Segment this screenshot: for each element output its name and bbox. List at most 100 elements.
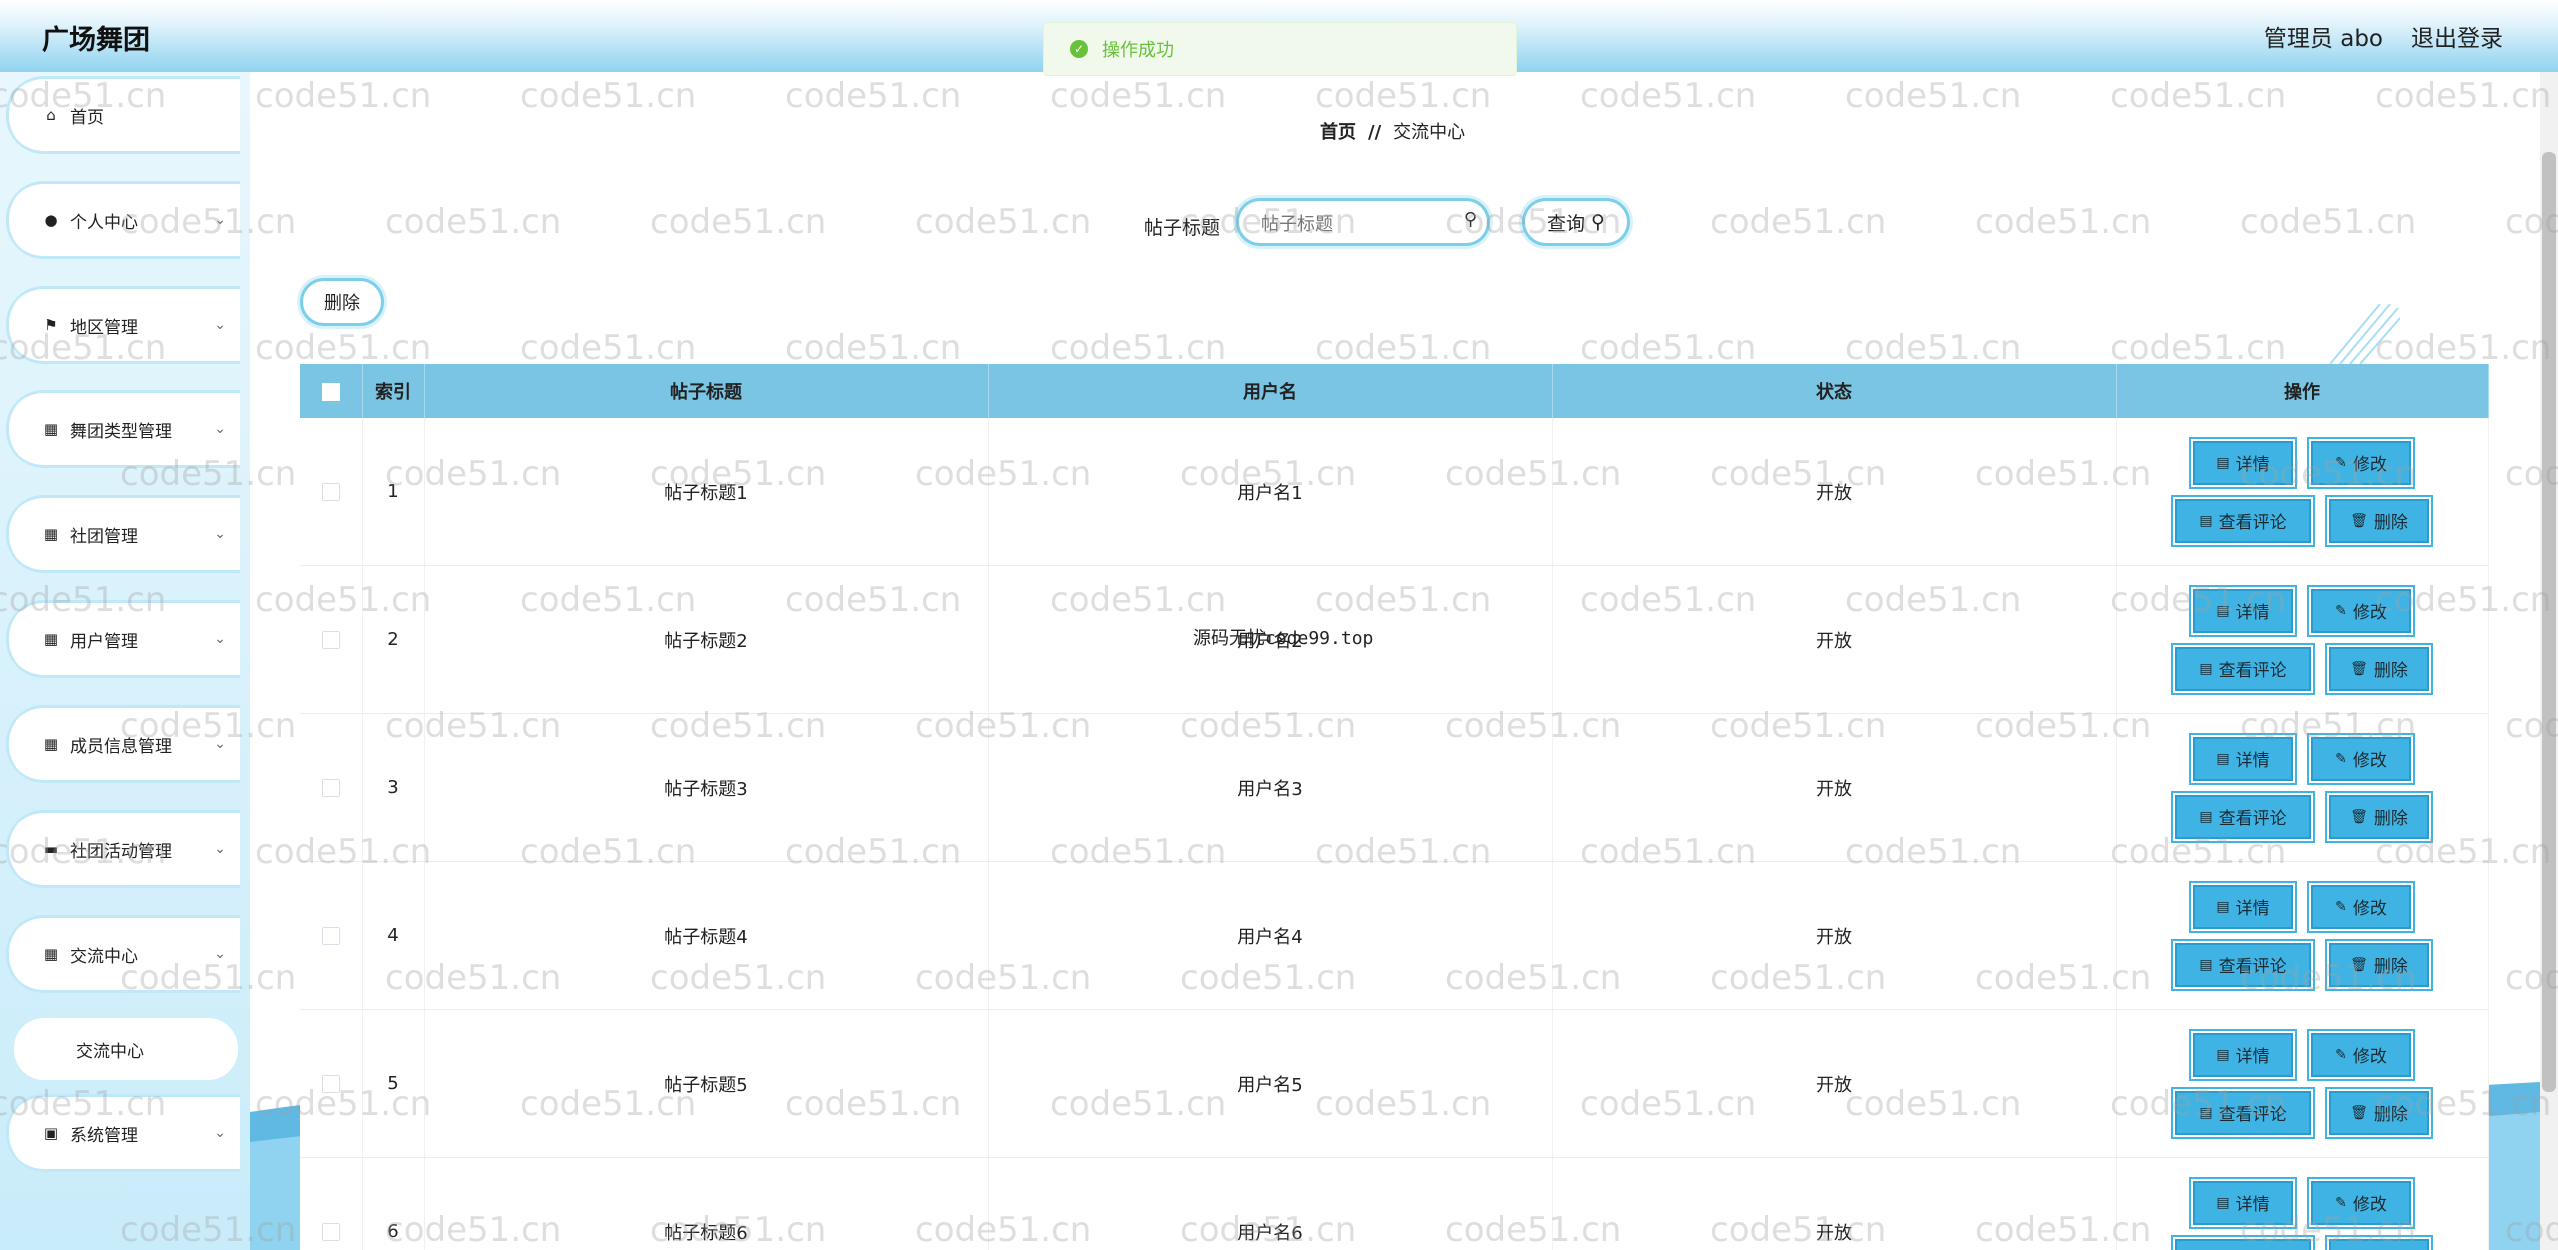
- view-comments-button[interactable]: ▤查看评论: [2175, 498, 2311, 543]
- chevron-down-icon: ⌄: [214, 736, 226, 752]
- sidebar-item[interactable]: ▬ 社团活动管理 ⌄: [6, 810, 240, 888]
- sidebar-item[interactable]: ⚑ 地区管理 ⌄: [6, 286, 240, 364]
- view-comments-button-label: 查看评论: [2218, 809, 2287, 829]
- sidebar-item[interactable]: ▦ 交流中心 ⌄: [6, 915, 240, 993]
- delete-button[interactable]: 🗑删除: [2329, 1238, 2429, 1250]
- edit-button[interactable]: ✎ 修改: [2311, 1032, 2411, 1077]
- grid-icon: ▦: [43, 420, 59, 438]
- row-checkbox[interactable]: [321, 1223, 340, 1241]
- row-select-cell[interactable]: [300, 713, 363, 862]
- search-label: 帖子标题: [1144, 217, 1221, 239]
- sidebar-item[interactable]: ▦ 舞团类型管理 ⌄: [6, 390, 240, 468]
- trash-icon: 🗑: [2350, 808, 2368, 825]
- select-all-checkbox[interactable]: [321, 382, 340, 401]
- document-icon: ▤: [2216, 1046, 2230, 1063]
- chevron-down-icon: ⌄: [214, 421, 226, 437]
- trash-icon: 🗑: [2350, 956, 2368, 973]
- logout-link[interactable]: 退出登录: [2411, 19, 2503, 53]
- row-checkbox[interactable]: [321, 927, 340, 945]
- bulk-delete-button[interactable]: 删除: [300, 278, 384, 326]
- post-table: 索引 帖子标题 用户名 状态 操作 1 帖子标题1 用户名1 开放 ▤ 详情 ✎ 修改 ▤ 查看评…: [300, 364, 2489, 1250]
- view-comments-button-label: 查看评论: [2218, 661, 2287, 681]
- detail-button[interactable]: ▤ 详情: [2193, 884, 2293, 929]
- edit-button[interactable]: ✎ 修改: [2311, 1180, 2411, 1225]
- scrollbar[interactable]: [2540, 72, 2558, 1250]
- sidebar-item-label: 地区管理: [70, 317, 138, 338]
- cell-index: 5: [362, 1009, 425, 1158]
- chevron-down-icon: ⌄: [214, 946, 226, 962]
- delete-button-label: 删除: [2373, 957, 2408, 977]
- delete-button[interactable]: 🗑 删除: [2329, 794, 2429, 839]
- app-title: 广场舞团: [42, 25, 150, 56]
- detail-button-label: 详情: [2235, 1047, 2270, 1067]
- row-select-cell[interactable]: [300, 861, 363, 1010]
- flag-icon: ⚑: [44, 316, 58, 334]
- document-icon: ▤: [2216, 454, 2230, 471]
- delete-button[interactable]: 🗑删除: [2329, 646, 2429, 691]
- query-button[interactable]: 查询 ⚲: [1522, 198, 1630, 246]
- edit-button-label: 修改: [2352, 455, 2387, 475]
- delete-button[interactable]: 🗑删除: [2329, 498, 2429, 543]
- sidebar-item[interactable]: ▣ 系统管理 ⌄: [6, 1094, 240, 1172]
- home-icon: ⌂: [46, 106, 56, 124]
- sidebar-item[interactable]: ● 个人中心 ⌄: [6, 181, 240, 259]
- detail-button[interactable]: ▤ 详情: [2193, 736, 2293, 781]
- detail-button[interactable]: ▤ 详情: [2193, 588, 2293, 633]
- view-comments-button-label: 查看评论: [2218, 957, 2287, 977]
- search-box[interactable]: ⚲: [1236, 198, 1490, 246]
- edit-button[interactable]: ✎ 修改: [2311, 440, 2411, 485]
- sidebar-item[interactable]: ▦ 社团管理 ⌄: [6, 495, 240, 573]
- cell-actions: ▤ 详情 ✎ 修改 ▤ 查看评论 🗑 删除: [2116, 1009, 2489, 1158]
- chevron-down-icon: ⌄: [214, 526, 226, 542]
- delete-button[interactable]: 🗑 删除: [2329, 942, 2429, 987]
- edit-button[interactable]: ✎ 修改: [2311, 884, 2411, 929]
- cell-username: 用户名1: [988, 418, 1553, 566]
- select-all-cell[interactable]: [300, 364, 363, 418]
- row-select-cell[interactable]: [300, 1157, 363, 1250]
- detail-button[interactable]: ▤ 详情: [2193, 440, 2293, 485]
- view-comments-button-label: 查看评论: [2218, 1105, 2287, 1125]
- sidebar-item[interactable]: ▦ 用户管理 ⌄: [6, 600, 240, 678]
- document-icon: ▤: [2216, 602, 2230, 619]
- edit-button[interactable]: ✎ 修改: [2311, 588, 2411, 633]
- document-icon: ▤: [2199, 660, 2213, 677]
- search-icon: ⚲: [1591, 211, 1605, 233]
- trash-icon: 🗑: [2350, 660, 2368, 677]
- search-icon: ⚲: [1463, 209, 1477, 230]
- admin-name: 管理员 abo: [2263, 26, 2383, 52]
- grid-icon: ▦: [43, 945, 59, 963]
- view-comments-button[interactable]: ▤查看评论: [2175, 1238, 2311, 1250]
- sidebar-item[interactable]: ▦ 成员信息管理 ⌄: [6, 705, 240, 783]
- edit-button[interactable]: ✎ 修改: [2311, 736, 2411, 781]
- row-checkbox[interactable]: [321, 631, 340, 649]
- detail-button[interactable]: ▤ 详情: [2193, 1180, 2293, 1225]
- row-checkbox[interactable]: [321, 483, 340, 501]
- row-checkbox[interactable]: [321, 779, 340, 797]
- row-select-cell[interactable]: [300, 418, 363, 566]
- detail-button-label: 详情: [2235, 751, 2270, 771]
- decorative-stripes: [2329, 304, 2400, 364]
- sidebar-item[interactable]: ⌂ 首页: [6, 76, 240, 154]
- sidebar-subitem-exchange-center[interactable]: 交流中心: [14, 1018, 238, 1080]
- cell-title: 帖子标题5: [424, 1009, 989, 1158]
- row-checkbox[interactable]: [321, 1075, 340, 1093]
- scrollbar-thumb[interactable]: [2542, 152, 2556, 1092]
- table-row: 6帖子标题6用户名6开放 ▤ 详情 ✎ 修改 ▤查看评论 🗑删除: [300, 1157, 2489, 1250]
- search-input[interactable]: [1259, 210, 1453, 238]
- detail-button[interactable]: ▤ 详情: [2193, 1032, 2293, 1077]
- view-comments-button[interactable]: ▤ 查看评论: [2175, 646, 2311, 691]
- row-select-cell[interactable]: [300, 565, 363, 714]
- breadcrumb-home[interactable]: 首页: [1320, 122, 1356, 143]
- view-comments-button[interactable]: ▤查看评论: [2175, 1090, 2311, 1135]
- delete-button-label: 删除: [2373, 809, 2408, 829]
- sidebar-item-label: 社团活动管理: [70, 841, 172, 862]
- sidebar-item-label: 用户管理: [70, 631, 138, 652]
- row-select-cell[interactable]: [300, 1009, 363, 1158]
- cell-status: 开放: [1552, 1157, 2117, 1250]
- pencil-icon: ✎: [2335, 1194, 2347, 1211]
- delete-button[interactable]: 🗑删除: [2329, 1090, 2429, 1135]
- view-comments-button[interactable]: ▤查看评论: [2175, 794, 2311, 839]
- breadcrumb: 首页 // 交流中心: [1320, 118, 1465, 144]
- view-comments-button[interactable]: ▤查看评论: [2175, 942, 2311, 987]
- edit-button-label: 修改: [2352, 603, 2387, 623]
